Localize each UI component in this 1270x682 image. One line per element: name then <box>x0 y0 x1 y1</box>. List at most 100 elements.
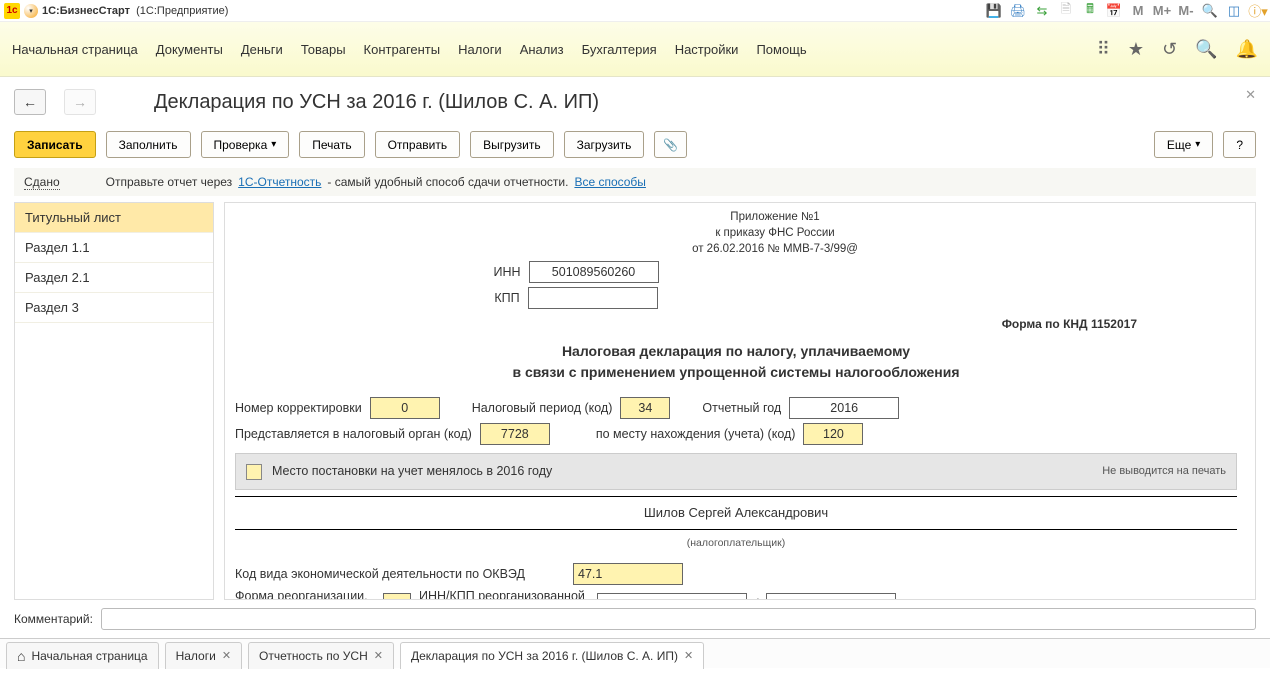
place-label: по месту нахождения (учета) (код) <box>596 425 796 444</box>
apps-icon[interactable]: ⠿ <box>1097 39 1110 60</box>
sidebar-item-section-2-1[interactable]: Раздел 2.1 <box>15 263 213 293</box>
save-button[interactable]: Записать <box>14 131 96 158</box>
link-all-methods[interactable]: Все способы <box>574 175 646 189</box>
calendar-icon[interactable]: 📅 <box>1106 3 1122 19</box>
slash: / <box>755 595 758 600</box>
fill-button[interactable]: Заполнить <box>106 131 191 158</box>
app-logo-icon: 1c <box>4 3 20 19</box>
reorg-inn-field[interactable] <box>597 593 747 600</box>
knd-label: Форма по КНД 1152017 <box>235 315 1137 333</box>
menu-accounting[interactable]: Бухгалтерия <box>582 42 657 57</box>
year-field[interactable]: 2016 <box>789 397 899 419</box>
kpp-label: КПП <box>494 289 519 308</box>
close-icon[interactable]: ✕ <box>684 649 693 662</box>
status-text-1: Отправьте отчет через <box>106 175 233 189</box>
tab-home[interactable]: ⌂ Начальная страница <box>6 642 159 669</box>
import-button[interactable]: Загрузить <box>564 131 645 158</box>
period-label: Налоговый период (код) <box>472 399 613 418</box>
reorg-kpp-field[interactable] <box>766 593 896 600</box>
status-text-2: - самый удобный способ сдачи отчетности. <box>327 175 568 189</box>
m-icon[interactable]: M <box>1130 3 1146 19</box>
menu-home[interactable]: Начальная страница <box>12 42 138 57</box>
inn-label: ИНН <box>493 263 520 282</box>
star-icon[interactable]: ★ <box>1128 39 1144 60</box>
titlebar-right-icons: 💾 🖨 ⇆ 🗎 🖩 📅 M M+ M- 🔍 ◫ ⓘ▾ <box>986 3 1266 19</box>
bottom-tabs: ⌂ Начальная страница Налоги✕ Отчетность … <box>0 638 1270 668</box>
calc-icon[interactable]: 🖩 <box>1082 3 1098 19</box>
status-row: Сдано Отправьте отчет через 1С-Отчетност… <box>14 168 1256 196</box>
menu-help[interactable]: Помощь <box>756 42 806 57</box>
doc-icon[interactable]: 🗎 <box>1058 3 1074 19</box>
attachment-button[interactable]: 📎 <box>654 131 687 158</box>
close-icon[interactable]: ✕ <box>374 649 383 662</box>
corr-label: Номер корректировки <box>235 399 362 418</box>
address-change-checkbox[interactable] <box>246 464 262 480</box>
print-button[interactable]: Печать <box>299 131 364 158</box>
menu-money[interactable]: Деньги <box>241 42 283 57</box>
m-plus-icon[interactable]: M+ <box>1154 3 1170 19</box>
status-badge[interactable]: Сдано <box>24 175 60 190</box>
menu-counterparties[interactable]: Контрагенты <box>364 42 441 57</box>
link-1c-reporting[interactable]: 1С-Отчетность <box>238 175 321 189</box>
divider <box>235 529 1237 530</box>
inn-field[interactable]: 501089560260 <box>529 261 659 283</box>
form-area[interactable]: Приложение №1 к приказу ФНС России от 26… <box>224 202 1256 600</box>
layout-icon[interactable]: ◫ <box>1226 3 1242 19</box>
check-button[interactable]: Проверка <box>201 131 290 158</box>
page-header: ← → Декларация по УСН за 2016 г. (Шилов … <box>0 77 1270 127</box>
bell-icon[interactable]: 🔔 <box>1236 39 1258 60</box>
close-icon[interactable]: ✕ <box>222 649 231 662</box>
comment-input[interactable] <box>101 608 1256 630</box>
home-icon: ⌂ <box>17 648 25 664</box>
okved-field[interactable]: 47.1 <box>573 563 683 585</box>
close-page-button[interactable]: ✕ <box>1245 87 1256 103</box>
toolbar: Записать Заполнить Проверка Печать Отпра… <box>0 127 1270 168</box>
taxpayer-note: (налогоплательщик) <box>235 536 1237 552</box>
comment-row: Комментарий: <box>0 600 1270 638</box>
organ-label: Представляется в налоговый орган (код) <box>235 425 472 444</box>
menu-settings[interactable]: Настройки <box>675 42 739 57</box>
divider <box>235 496 1237 497</box>
document-title: Налоговая декларация по налогу, уплачива… <box>235 341 1237 383</box>
info-icon[interactable]: ⓘ▾ <box>1250 3 1266 19</box>
section-sidebar: Титульный лист Раздел 1.1 Раздел 2.1 Раз… <box>14 202 214 600</box>
compare-icon[interactable]: ⇆ <box>1034 3 1050 19</box>
main-area: Титульный лист Раздел 1.1 Раздел 2.1 Раз… <box>14 202 1256 600</box>
menu-analysis[interactable]: Анализ <box>520 42 564 57</box>
page-title: Декларация по УСН за 2016 г. (Шилов С. А… <box>154 91 599 114</box>
menu-documents[interactable]: Документы <box>156 42 223 57</box>
export-button[interactable]: Выгрузить <box>470 131 554 158</box>
period-field[interactable]: 34 <box>620 397 670 419</box>
help-button[interactable]: ? <box>1223 131 1256 158</box>
reorg-code-field[interactable] <box>383 593 411 600</box>
tab-taxes[interactable]: Налоги✕ <box>165 642 242 669</box>
kpp-field[interactable] <box>528 287 658 309</box>
tab-declaration[interactable]: Декларация по УСН за 2016 г. (Шилов С. А… <box>400 642 704 669</box>
search-icon[interactable]: 🔍 <box>1195 39 1217 60</box>
titlebar-dropdown-icon[interactable]: ▾ <box>24 4 38 18</box>
send-button[interactable]: Отправить <box>375 131 461 158</box>
zoom-icon[interactable]: 🔍 <box>1202 3 1218 19</box>
sidebar-item-section-1-1[interactable]: Раздел 1.1 <box>15 233 213 263</box>
save-icon[interactable]: 💾 <box>986 3 1002 19</box>
m-minus-icon[interactable]: M- <box>1178 3 1194 19</box>
print-icon[interactable]: 🖨 <box>1010 3 1026 19</box>
more-button[interactable]: Еще <box>1154 131 1213 158</box>
history-icon[interactable]: ↺ <box>1162 39 1177 60</box>
sidebar-item-section-3[interactable]: Раздел 3 <box>15 293 213 323</box>
app-title: 1С:БизнесСтарт (1С:Предприятие) <box>42 5 228 17</box>
menu-goods[interactable]: Товары <box>301 42 346 57</box>
sidebar-item-title-sheet[interactable]: Титульный лист <box>15 203 213 233</box>
attachment-header: Приложение №1 к приказу ФНС России от 26… <box>665 209 885 257</box>
place-field[interactable]: 120 <box>803 423 863 445</box>
nav-back-button[interactable]: ← <box>14 89 46 115</box>
noprint-note: Не выводится на печать <box>1102 463 1226 480</box>
organ-field[interactable]: 7728 <box>480 423 550 445</box>
nav-forward-button[interactable]: → <box>64 89 96 115</box>
main-menu: Начальная страница Документы Деньги Това… <box>0 22 1270 77</box>
address-change-text: Место постановки на учет менялось в 2016… <box>272 462 552 481</box>
menu-taxes[interactable]: Налоги <box>458 42 502 57</box>
reorg-inn-label: ИНН/КПП реорганизованнойорганизации <box>419 589 589 600</box>
tab-reporting[interactable]: Отчетность по УСН✕ <box>248 642 394 669</box>
corr-field[interactable]: 0 <box>370 397 440 419</box>
